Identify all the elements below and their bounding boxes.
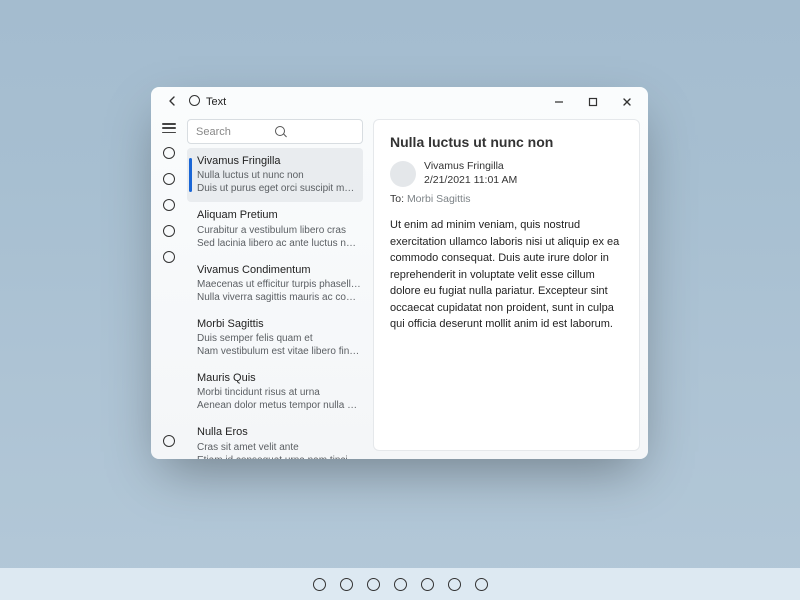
mail-list: Vivamus Fringilla Nulla luctus ut nunc n… [187, 148, 369, 459]
mail-sender: Vivamus Fringilla [197, 154, 355, 168]
back-button[interactable] [161, 91, 185, 114]
taskbar-item-3[interactable] [367, 578, 380, 591]
mail-sender: Mauris Quis [197, 371, 361, 385]
mail-subject: Maecenas ut efficitur turpis phasellus [197, 278, 361, 291]
reading-subject: Nulla luctus ut nunc non [390, 134, 623, 150]
to-value: Morbi Sagittis [407, 193, 471, 205]
mail-preview: Nam vestibulum est vitae libero finibus … [197, 345, 361, 358]
mail-sender: Vivamus Condimentum [197, 263, 361, 277]
mail-item-2[interactable]: Vivamus Condimentum Maecenas ut efficitu… [187, 257, 369, 311]
app-icon [189, 95, 200, 109]
avatar [390, 161, 416, 187]
taskbar-item-7[interactable] [475, 578, 488, 591]
mail-preview: Sed lacinia libero ac ante luctus nec in… [197, 237, 361, 250]
mail-item-0[interactable]: Vivamus Fringilla Nulla luctus ut nunc n… [187, 148, 363, 202]
nav-item-4[interactable] [163, 225, 175, 237]
mail-preview: Duis ut purus eget orci suscipit malesua… [197, 182, 355, 195]
maximize-button[interactable] [576, 88, 610, 116]
search-icon [275, 126, 354, 138]
minimize-button[interactable] [542, 88, 576, 116]
reading-sender: Vivamus Fringilla [424, 160, 517, 174]
mail-item-5[interactable]: Nulla Eros Cras sit amet velit ante Etia… [187, 419, 369, 459]
taskbar [0, 568, 800, 600]
taskbar-item-5[interactable] [421, 578, 434, 591]
mail-subject: Nulla luctus ut nunc non [197, 169, 355, 182]
titlebar: Text [151, 87, 648, 117]
mail-sender: Aliquam Pretium [197, 208, 361, 222]
mail-subject: Curabitur a vestibulum libero cras [197, 224, 361, 237]
hamburger-icon[interactable] [162, 123, 176, 133]
mail-item-3[interactable]: Morbi Sagittis Duis semper felis quam et… [187, 311, 369, 365]
search-input[interactable]: Search [187, 119, 363, 144]
nav-item-bottom[interactable] [163, 435, 175, 447]
taskbar-item-2[interactable] [340, 578, 353, 591]
mail-item-4[interactable]: Mauris Quis Morbi tincidunt risus at urn… [187, 365, 369, 419]
reading-body: Ut enim ad minim veniam, quis nostrud ex… [390, 217, 623, 333]
nav-item-3[interactable] [163, 199, 175, 211]
app-window: Text Search Vivamus Fringilla Nulla luct… [151, 87, 648, 459]
close-button[interactable] [610, 88, 644, 116]
window-body: Search Vivamus Fringilla Nulla luctus ut… [151, 117, 648, 459]
nav-rail [151, 117, 187, 459]
reading-meta: Vivamus Fringilla 2/21/2021 11:01 AM [390, 160, 623, 187]
nav-item-1[interactable] [163, 147, 175, 159]
nav-item-5[interactable] [163, 251, 175, 263]
app-title: Text [206, 96, 226, 108]
mail-subject: Duis semper felis quam et [197, 332, 361, 345]
list-pane: Search Vivamus Fringilla Nulla luctus ut… [187, 117, 369, 459]
mail-subject: Morbi tincidunt risus at urna [197, 386, 361, 399]
reading-to: To: Morbi Sagittis [390, 193, 623, 205]
mail-preview: Etiam id consequat urna nam tincidunt [197, 454, 361, 459]
search-placeholder: Search [196, 126, 275, 138]
mail-sender: Nulla Eros [197, 425, 361, 439]
to-label: To: [390, 193, 404, 205]
mail-preview: Aenean dolor metus tempor nulla ac dapib… [197, 399, 361, 412]
mail-preview: Nulla viverra sagittis mauris ac convall… [197, 291, 361, 304]
mail-sender: Morbi Sagittis [197, 317, 361, 331]
mail-subject: Cras sit amet velit ante [197, 441, 361, 454]
reading-datetime: 2/21/2021 11:01 AM [424, 174, 517, 188]
reading-pane: Nulla luctus ut nunc non Vivamus Fringil… [373, 119, 640, 451]
taskbar-item-1[interactable] [313, 578, 326, 591]
taskbar-item-4[interactable] [394, 578, 407, 591]
taskbar-item-6[interactable] [448, 578, 461, 591]
mail-item-1[interactable]: Aliquam Pretium Curabitur a vestibulum l… [187, 202, 369, 256]
nav-item-2[interactable] [163, 173, 175, 185]
